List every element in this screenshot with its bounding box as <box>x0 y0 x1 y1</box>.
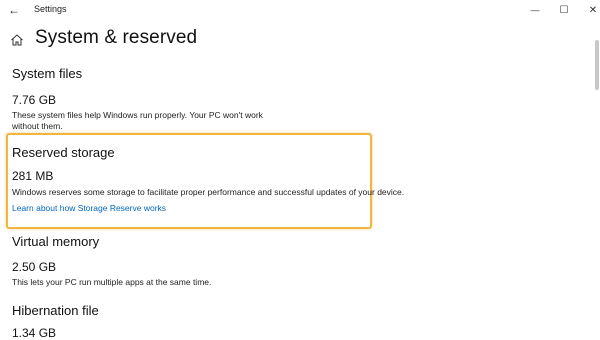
virtual-memory-title: Virtual memory <box>12 234 100 249</box>
close-icon: ✕ <box>588 4 598 16</box>
virtual-memory-size: 2.50 GB <box>12 260 57 274</box>
maximize-button[interactable]: ☐ <box>549 0 579 20</box>
virtual-memory-description: This lets your PC run multiple apps at t… <box>12 277 212 287</box>
window-title: Settings <box>34 4 67 14</box>
hibernation-file-title: Hibernation file <box>12 303 99 318</box>
system-files-description-line1: These system files help Windows run prop… <box>12 110 263 120</box>
hibernation-file-size: 1.34 GB <box>12 326 57 340</box>
back-button[interactable]: ← <box>6 2 22 18</box>
back-arrow-icon: ← <box>8 3 20 17</box>
home-icon[interactable] <box>10 33 24 47</box>
maximize-icon: ☐ <box>559 4 569 16</box>
system-files-title: System files <box>12 66 83 81</box>
minimize-icon: — <box>530 5 540 15</box>
minimize-button[interactable]: — <box>520 0 550 20</box>
scrollbar[interactable] <box>595 40 599 90</box>
page-title: System & reserved <box>35 27 198 48</box>
reserved-storage-description: Windows reserves some storage to facilit… <box>12 187 405 197</box>
title-bar: ← Settings — ☐ ✕ <box>0 0 600 20</box>
system-files-description-line2: without them. <box>12 121 63 131</box>
storage-reserve-learn-link[interactable]: Learn about how Storage Reserve works <box>12 203 166 213</box>
reserved-storage-size: 281 MB <box>12 169 54 183</box>
reserved-storage-title: Reserved storage <box>12 145 115 160</box>
system-files-size: 7.76 GB <box>12 93 57 107</box>
close-button[interactable]: ✕ <box>578 0 600 20</box>
